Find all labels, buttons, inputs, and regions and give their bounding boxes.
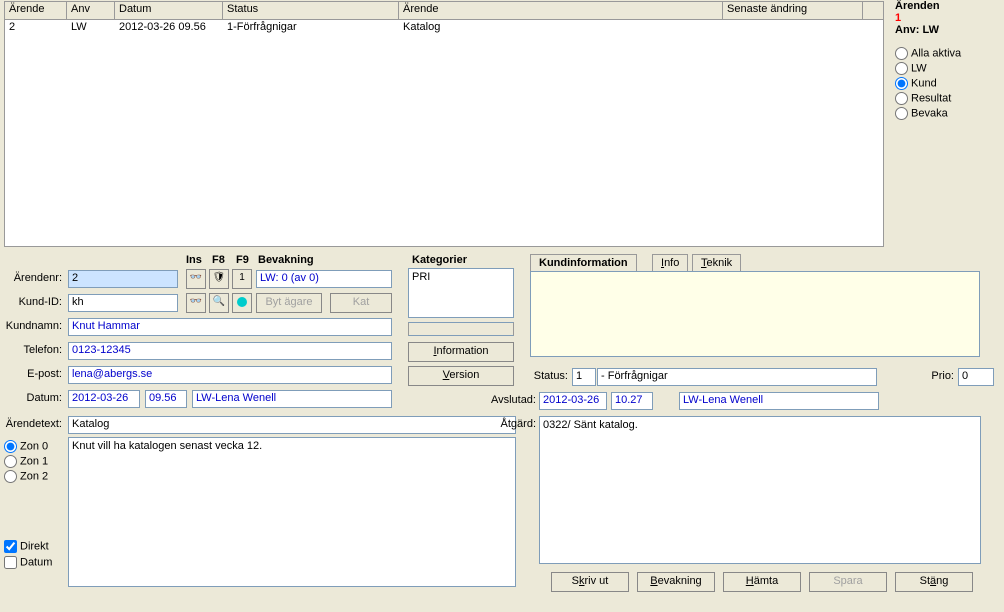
status-num-input[interactable]: 1 — [572, 368, 596, 386]
epost-display: lena@abergs.se — [68, 366, 392, 384]
stang-button[interactable]: Stäng — [895, 572, 973, 592]
arendenr-label: Ärendenr: — [0, 272, 62, 284]
avslutad-date: 2012-03-26 — [539, 392, 607, 410]
filter-opt-lw[interactable]: LW — [895, 61, 1001, 76]
atgard-text[interactable]: 0322/ Sänt katalog. — [539, 416, 981, 564]
status-txt-combo[interactable]: - Förfrågnigar — [597, 368, 877, 386]
kategorier-box[interactable]: PRI — [408, 268, 514, 318]
filter-opt-kund[interactable]: Kund — [895, 76, 1001, 91]
direkt-check[interactable]: Direkt — [4, 540, 49, 553]
spara-button: Spara — [809, 572, 887, 592]
f8-label: F8 — [212, 254, 225, 266]
epost-label: E-post: — [0, 368, 62, 380]
cell-datum: 2012-03-26 09.56 — [115, 20, 223, 38]
kat-button: Kat — [330, 293, 392, 313]
cell-senaste — [723, 20, 863, 38]
cell-arende2: Katalog — [399, 20, 723, 38]
kategorier-label: Kategorier — [412, 254, 467, 266]
lw-count-display: LW: 0 (av 0) — [256, 270, 392, 288]
kundnamn-display: Knut Hammar — [68, 318, 392, 336]
tid-display: 09.56 — [145, 390, 187, 408]
telefon-display: 0123-12345 — [68, 342, 392, 360]
cell-status: 1-Förfrågnigar — [223, 20, 399, 38]
kundnamn-label: Kundnamn: — [0, 320, 62, 332]
bevakning-button[interactable]: Bevakning — [637, 572, 715, 592]
status-label: Status: — [530, 370, 568, 382]
kundinfo-tab[interactable]: Kundinformation — [530, 254, 637, 272]
filter-panel: Ärenden 1 Anv: LW Alla aktiva LW Kund Re… — [895, 0, 1001, 121]
f9-label: F9 — [236, 254, 249, 266]
datum-label: Datum: — [0, 392, 62, 404]
filter-opt-alla[interactable]: Alla aktiva — [895, 46, 1001, 61]
table-row[interactable]: 2 LW 2012-03-26 09.56 1-Förfrågnigar Kat… — [5, 20, 883, 38]
user-display: LW-Lena Wenell — [192, 390, 392, 408]
one-button[interactable]: 1 — [232, 269, 252, 289]
arendetext-head-input[interactable]: Katalog — [68, 416, 516, 434]
ver-btn-t: ersion — [449, 369, 479, 381]
filter-anv: Anv: LW — [895, 24, 1001, 36]
cell-anv: LW — [67, 20, 115, 38]
information-button[interactable]: Information — [408, 342, 514, 362]
filter-opt-bevaka[interactable]: Bevaka — [895, 106, 1001, 121]
zoom-icon[interactable]: 🔍 — [209, 293, 229, 313]
bevak-label: Bevakning — [258, 254, 314, 266]
teknik-tab[interactable]: Teknik — [692, 254, 741, 272]
kategorier-box2 — [408, 322, 514, 336]
col-arende[interactable]: Ärende — [5, 2, 67, 19]
col-status[interactable]: Status — [223, 2, 399, 19]
col-senaste[interactable]: Senaste ändring — [723, 2, 863, 19]
skrivut-button[interactable]: Skriv ut — [551, 572, 629, 592]
filter-opt-resultat[interactable]: Resultat — [895, 91, 1001, 106]
prio-input[interactable]: 0 — [958, 368, 994, 386]
arendetext-body[interactable]: Knut vill ha katalogen senast vecka 12. — [68, 437, 516, 587]
hamta-button[interactable]: Hämta — [723, 572, 801, 592]
binoculars-icon[interactable]: 👓 — [186, 269, 206, 289]
shield-icon[interactable]: 🛡 — [209, 269, 229, 289]
kundid-label: Kund-ID: — [0, 296, 62, 308]
col-anv[interactable]: Anv — [67, 2, 115, 19]
avslutad-user: LW-Lena Wenell — [679, 392, 879, 410]
atgard-label: Åtgärd: — [498, 418, 536, 430]
prio-label: Prio: — [924, 370, 954, 382]
cell-arende: 2 — [5, 20, 67, 38]
cases-grid[interactable]: Ärende Anv Datum Status Ärende Senaste ä… — [4, 1, 884, 247]
zon2-radio[interactable]: Zon 2 — [4, 470, 48, 483]
byt-agare-button: Byt ägare — [256, 293, 322, 313]
info-tab[interactable]: Info — [652, 254, 688, 272]
led-icon[interactable] — [232, 293, 252, 313]
col-datum[interactable]: Datum — [115, 2, 223, 19]
datum-display: 2012-03-26 — [68, 390, 140, 408]
filter-title: Ärenden — [895, 0, 1001, 12]
telefon-label: Telefon: — [0, 344, 62, 356]
col-arende2[interactable]: Ärende — [399, 2, 723, 19]
arendetext-label: Ärendetext: — [0, 418, 62, 430]
avslutad-label: Avslutad: — [488, 394, 536, 406]
kundinfo-text[interactable] — [530, 271, 980, 357]
zon0-radio[interactable]: Zon 0 — [4, 440, 48, 453]
datum-check[interactable]: Datum — [4, 556, 52, 569]
info-btn-t: nformation — [437, 345, 489, 357]
grid-header: Ärende Anv Datum Status Ärende Senaste ä… — [5, 2, 883, 20]
kundid-input[interactable]: kh — [68, 294, 178, 312]
ins-label: Ins — [186, 254, 202, 266]
zon1-radio[interactable]: Zon 1 — [4, 455, 48, 468]
binoculars2-icon[interactable]: 👓 — [186, 293, 206, 313]
filter-count: 1 — [895, 12, 1001, 24]
avslutad-time: 10.27 — [611, 392, 653, 410]
arendenr-input[interactable]: 2 — [68, 270, 178, 288]
version-button[interactable]: Version — [408, 366, 514, 386]
